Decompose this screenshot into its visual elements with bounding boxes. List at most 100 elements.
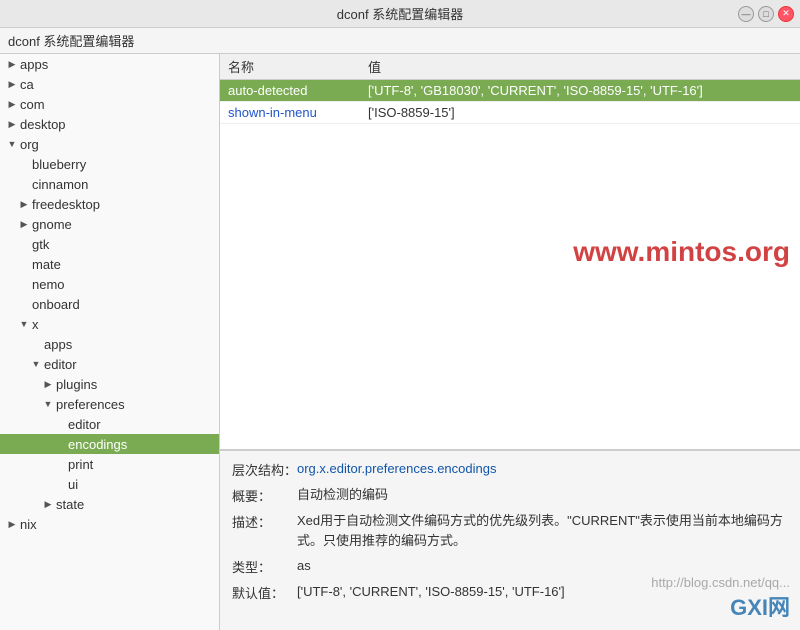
tree-label: editor bbox=[68, 417, 101, 432]
menubar: dconf 系统配置编辑器 bbox=[0, 28, 800, 54]
sidebar-item-com[interactable]: ▶com bbox=[0, 94, 219, 114]
sidebar-item-cinnamon[interactable]: cinnamon bbox=[0, 174, 219, 194]
sidebar-item-freedesktop[interactable]: ▶freedesktop bbox=[0, 194, 219, 214]
sidebar-item-x-apps[interactable]: apps bbox=[0, 334, 219, 354]
sidebar-item-org[interactable]: ▼org bbox=[0, 134, 219, 154]
sidebar-item-apps[interactable]: ▶apps bbox=[0, 54, 219, 74]
tree-arrow-icon bbox=[16, 236, 32, 252]
tree-label: plugins bbox=[56, 377, 97, 392]
table-row[interactable]: auto-detected['UTF-8', 'GB18030', 'CURRE… bbox=[220, 80, 800, 102]
tree-label: apps bbox=[20, 57, 48, 72]
tree-arrow-icon bbox=[16, 276, 32, 292]
titlebar-controls: — □ ✕ bbox=[738, 6, 794, 22]
info-summary-label: 概要： bbox=[232, 485, 297, 505]
tree-arrow-icon: ▼ bbox=[4, 136, 20, 152]
tree-label: apps bbox=[44, 337, 72, 352]
tree-label: com bbox=[20, 97, 45, 112]
sidebar-item-nix[interactable]: ▶nix bbox=[0, 514, 219, 534]
info-default-label: 默认值： bbox=[232, 582, 297, 602]
tree-arrow-icon: ▼ bbox=[40, 396, 56, 412]
info-path-label: 层次结构： bbox=[232, 459, 297, 479]
sidebar-item-ca[interactable]: ▶ca bbox=[0, 74, 219, 94]
table-cell-value: ['ISO-8859-15'] bbox=[368, 105, 792, 120]
tree-label: preferences bbox=[56, 397, 125, 412]
tree-arrow-icon bbox=[16, 296, 32, 312]
tree-label: ui bbox=[68, 477, 78, 492]
table-row[interactable]: shown-in-menu['ISO-8859-15'] bbox=[220, 102, 800, 124]
sidebar-item-x-editor-preferences-ui[interactable]: ui bbox=[0, 474, 219, 494]
tree-arrow-icon bbox=[16, 256, 32, 272]
maximize-button[interactable]: □ bbox=[758, 6, 774, 22]
info-desc-value: Xed用于自动检测文件编码方式的优先级列表。"CURRENT"表示使用当前本地编… bbox=[297, 511, 788, 550]
col-value-header: 值 bbox=[368, 57, 792, 76]
table-cell-value: ['UTF-8', 'GB18030', 'CURRENT', 'ISO-885… bbox=[368, 83, 792, 98]
tree-label: desktop bbox=[20, 117, 66, 132]
sidebar-item-mate[interactable]: mate bbox=[0, 254, 219, 274]
tree-label: print bbox=[68, 457, 93, 472]
tree-arrow-icon: ▶ bbox=[4, 516, 20, 532]
watermark-bottom: http://blog.csdn.net/qq... GXI网 bbox=[651, 575, 790, 622]
tree-label: cinnamon bbox=[32, 177, 88, 192]
tree-arrow-icon bbox=[52, 436, 68, 452]
tree-arrow-icon: ▶ bbox=[4, 96, 20, 112]
sidebar-item-gnome[interactable]: ▶gnome bbox=[0, 214, 219, 234]
menubar-label: dconf 系统配置编辑器 bbox=[8, 31, 134, 50]
sidebar-item-x-editor-preferences[interactable]: ▼preferences bbox=[0, 394, 219, 414]
titlebar-title: dconf 系统配置编辑器 bbox=[337, 4, 463, 23]
minimize-button[interactable]: — bbox=[738, 6, 754, 22]
close-button[interactable]: ✕ bbox=[778, 6, 794, 22]
tree-label: org bbox=[20, 137, 39, 152]
tree-label: ca bbox=[20, 77, 34, 92]
info-path-value: org.x.editor.preferences.encodings bbox=[297, 459, 788, 479]
tree-arrow-icon bbox=[28, 336, 44, 352]
tree-label: mate bbox=[32, 257, 61, 272]
tree-arrow-icon bbox=[16, 176, 32, 192]
tree-arrow-icon bbox=[52, 456, 68, 472]
sidebar-item-x[interactable]: ▼x bbox=[0, 314, 219, 334]
info-summary-value: 自动检测的编码 bbox=[297, 485, 788, 505]
sidebar-item-blueberry[interactable]: blueberry bbox=[0, 154, 219, 174]
tree-label: x bbox=[32, 317, 39, 332]
sidebar-item-gtk[interactable]: gtk bbox=[0, 234, 219, 254]
tree-arrow-icon: ▼ bbox=[28, 356, 44, 372]
tree-arrow-icon: ▶ bbox=[40, 496, 56, 512]
table-cell-name: auto-detected bbox=[228, 83, 368, 98]
tree-label: editor bbox=[44, 357, 77, 372]
sidebar-item-x-editor[interactable]: ▼editor bbox=[0, 354, 219, 374]
sidebar-item-x-editor-preferences-encodings[interactable]: encodings bbox=[0, 434, 219, 454]
tree-arrow-icon bbox=[52, 476, 68, 492]
sidebar-item-desktop[interactable]: ▶desktop bbox=[0, 114, 219, 134]
tree-label: encodings bbox=[68, 437, 127, 452]
info-type-row: 类型： as bbox=[232, 556, 788, 576]
sidebar: ▶apps▶ca▶com▶desktop▼orgblueberrycinnamo… bbox=[0, 54, 220, 630]
table-header: 名称 值 bbox=[220, 54, 800, 80]
tree-label: gtk bbox=[32, 237, 49, 252]
tree-arrow-icon: ▶ bbox=[16, 216, 32, 232]
info-summary-row: 概要： 自动检测的编码 bbox=[232, 485, 788, 505]
tree-arrow-icon: ▶ bbox=[4, 116, 20, 132]
table-area: 名称 值 auto-detected['UTF-8', 'GB18030', '… bbox=[220, 54, 800, 450]
titlebar: dconf 系统配置编辑器 — □ ✕ bbox=[0, 0, 800, 28]
watermark-url: http://blog.csdn.net/qq... bbox=[651, 575, 790, 590]
sidebar-item-x-editor-preferences-print[interactable]: print bbox=[0, 454, 219, 474]
tree-arrow-icon: ▼ bbox=[16, 316, 32, 332]
tree-arrow-icon: ▶ bbox=[4, 56, 20, 72]
sidebar-item-x-editor-preferences-editor[interactable]: editor bbox=[0, 414, 219, 434]
sidebar-item-x-editor-state[interactable]: ▶state bbox=[0, 494, 219, 514]
tree-label: state bbox=[56, 497, 84, 512]
tree-label: nix bbox=[20, 517, 37, 532]
info-type-label: 类型： bbox=[232, 556, 297, 576]
tree-arrow-icon bbox=[16, 156, 32, 172]
tree-label: freedesktop bbox=[32, 197, 100, 212]
tree-arrow-icon: ▶ bbox=[16, 196, 32, 212]
info-desc-row: 描述： Xed用于自动检测文件编码方式的优先级列表。"CURRENT"表示使用当… bbox=[232, 511, 788, 550]
sidebar-item-onboard[interactable]: onboard bbox=[0, 294, 219, 314]
info-panel: 层次结构： org.x.editor.preferences.encodings… bbox=[220, 450, 800, 630]
tree-arrow-icon: ▶ bbox=[4, 76, 20, 92]
info-path-row: 层次结构： org.x.editor.preferences.encodings bbox=[232, 459, 788, 479]
info-desc-label: 描述： bbox=[232, 511, 297, 531]
tree-label: nemo bbox=[32, 277, 65, 292]
sidebar-item-nemo[interactable]: nemo bbox=[0, 274, 219, 294]
sidebar-item-x-editor-plugins[interactable]: ▶plugins bbox=[0, 374, 219, 394]
tree-arrow-icon bbox=[52, 416, 68, 432]
